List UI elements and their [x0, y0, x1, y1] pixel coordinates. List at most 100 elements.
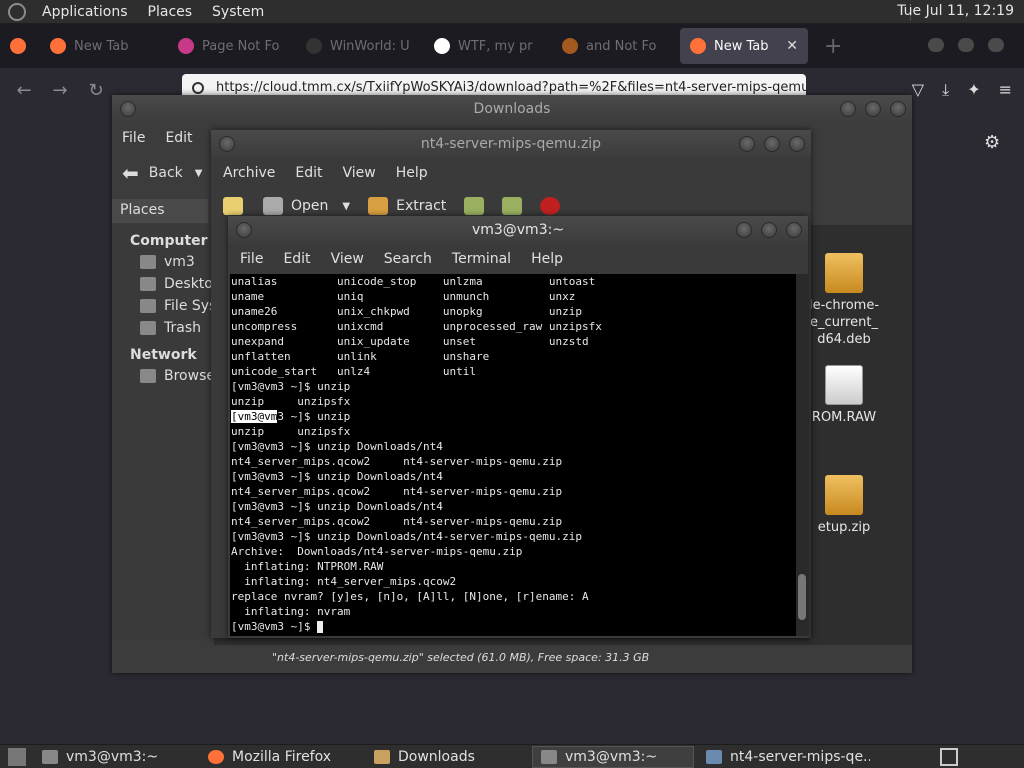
firefox-icon — [10, 38, 26, 54]
menu-file[interactable]: File — [112, 130, 155, 146]
open-button[interactable]: Open — [291, 198, 328, 214]
tabs-container: New Tab Page Not Fo WinWorld: U WTF, my pr a… — [40, 28, 808, 64]
taskbar-label: Mozilla Firefox — [232, 748, 332, 765]
sidebar-item-trash[interactable]: Trash — [112, 317, 212, 339]
menu-edit[interactable]: Edit — [285, 165, 332, 181]
tab-close-icon[interactable]: ✕ — [786, 38, 798, 54]
menu-system[interactable]: System — [202, 4, 274, 20]
close-icon[interactable] — [789, 136, 805, 152]
terminal-line: uname26 unix_chkpwd unopkg unzip — [231, 305, 582, 318]
close-icon[interactable] — [988, 38, 1004, 52]
stop-icon[interactable] — [540, 197, 561, 215]
window-menu-icon[interactable] — [219, 136, 235, 152]
minimize-icon[interactable] — [928, 38, 944, 52]
close-icon[interactable] — [786, 222, 802, 238]
sidebar-item-label: File Syst — [164, 298, 212, 314]
back-button[interactable]: Back — [149, 165, 183, 181]
terminal-titlebar[interactable]: vm3@vm3:~ — [228, 216, 808, 244]
browser-tab[interactable]: New Tab ✕ — [680, 28, 808, 64]
reload-icon[interactable]: ↻ — [78, 80, 114, 101]
new-archive-icon[interactable] — [223, 197, 243, 215]
downloads-titlebar[interactable]: Downloads — [112, 95, 912, 123]
clock[interactable]: Tue Jul 11, 12:19 — [897, 3, 1014, 19]
terminal-line: unexpand unix_update unset unzstd — [231, 335, 589, 348]
browser-tab[interactable]: New Tab — [40, 28, 168, 64]
maximize-icon[interactable] — [764, 136, 780, 152]
sidebar-item-desktop[interactable]: Desktop — [112, 273, 212, 295]
places-dropdown[interactable]: Places — [112, 199, 208, 223]
menu-terminal[interactable]: Terminal — [442, 251, 521, 267]
maximize-icon[interactable] — [958, 38, 974, 52]
sidebar-item-label: Browse N — [164, 368, 212, 384]
terminal-line: nt4_server_mips.qcow2 nt4-server-mips-qe… — [231, 485, 563, 498]
maximize-icon[interactable] — [865, 101, 881, 117]
terminal-line: replace nvram? [y]es, [n]o, [A]ll, [N]on… — [231, 590, 589, 603]
browser-tab[interactable]: WTF, my pr — [424, 28, 552, 64]
workspace-switcher-icon[interactable] — [940, 748, 958, 766]
text-selection[interactable]: [vm3@vm — [231, 410, 278, 423]
terminal-line: [vm3@vm3 ~]$ unzip Downloads/nt4-server-… — [231, 530, 582, 543]
terminal-prompt: [vm3@vm3 ~]$ — [231, 620, 318, 633]
menu-view[interactable]: View — [321, 251, 374, 267]
close-icon[interactable] — [890, 101, 906, 117]
menu-archive[interactable]: Archive — [213, 165, 285, 181]
terminal-scrollbar[interactable] — [796, 274, 808, 636]
sidebar-item-browse-network[interactable]: Browse N — [112, 365, 212, 387]
archive-titlebar[interactable]: nt4-server-mips-qemu.zip — [211, 130, 811, 158]
browser-tab[interactable]: WinWorld: U — [296, 28, 424, 64]
menu-help[interactable]: Help — [386, 165, 438, 181]
hamburger-menu-icon[interactable]: ≡ — [999, 80, 1012, 100]
maximize-icon[interactable] — [761, 222, 777, 238]
show-desktop-icon[interactable] — [8, 747, 26, 766]
minimize-icon[interactable] — [840, 101, 856, 117]
browser-tab[interactable]: and Not Fo — [552, 28, 680, 64]
open-icon — [263, 197, 283, 215]
taskbar: vm3@vm3:~ Mozilla Firefox Downloads vm3@vm3… — [34, 745, 870, 768]
taskbar-item[interactable]: vm3@vm3:~ — [532, 745, 694, 768]
image-file-icon — [825, 365, 863, 405]
distro-logo-icon[interactable] — [8, 2, 26, 21]
menu-view[interactable]: View — [333, 165, 386, 181]
menu-search[interactable]: Search — [374, 251, 442, 267]
firefox-view-button[interactable] — [0, 28, 40, 64]
places-sidebar: Computer vm3 Desktop File Syst Trash Net… — [112, 225, 212, 639]
browser-tab[interactable]: Page Not Fo — [168, 28, 296, 64]
menu-help[interactable]: Help — [521, 251, 573, 267]
taskbar-item[interactable]: vm3@vm3:~ — [34, 746, 196, 768]
add-folder-icon[interactable] — [502, 197, 523, 215]
drive-icon — [140, 299, 156, 313]
add-files-icon[interactable] — [464, 197, 485, 215]
scrollbar-thumb[interactable] — [798, 574, 806, 620]
terminal-output[interactable]: unalias unicode_stop unlzma untoast uname… — [230, 274, 796, 636]
window-menu-icon[interactable] — [236, 222, 252, 238]
menu-applications[interactable]: Applications — [32, 4, 138, 20]
extract-button[interactable]: Extract — [396, 198, 446, 214]
network-icon — [140, 369, 156, 383]
new-tab-button[interactable]: + — [824, 34, 842, 59]
minimize-icon[interactable] — [736, 222, 752, 238]
taskbar-item[interactable]: nt4-server-mips-qe... — [698, 746, 870, 768]
tab-label: WinWorld: U — [330, 38, 410, 54]
taskbar-item[interactable]: Mozilla Firefox — [200, 746, 362, 768]
pocket-icon[interactable]: ▽ — [912, 80, 924, 100]
sidebar-item-label: vm3 — [164, 254, 195, 270]
menu-edit[interactable]: Edit — [273, 251, 320, 267]
open-dropdown-icon[interactable]: ▼ — [342, 201, 350, 212]
terminal-line: [vm3@vm3 ~]$ unzip Downloads/nt4 — [231, 500, 443, 513]
sidebar-item-label: Trash — [164, 320, 201, 336]
menu-places[interactable]: Places — [138, 4, 203, 20]
forward-arrow-icon[interactable]: → — [42, 80, 78, 101]
minimize-icon[interactable] — [739, 136, 755, 152]
downloads-icon[interactable]: ⤓ — [942, 80, 949, 100]
gear-icon[interactable]: ⚙ — [984, 132, 1000, 153]
menu-file[interactable]: File — [230, 251, 273, 267]
menu-edit[interactable]: Edit — [155, 130, 202, 146]
extensions-icon[interactable]: ✦ — [967, 80, 980, 100]
back-arrow-icon[interactable]: ← — [6, 80, 42, 101]
tab-label: New Tab — [714, 38, 769, 54]
window-menu-icon[interactable] — [120, 101, 136, 117]
sidebar-item-vm3[interactable]: vm3 — [112, 251, 212, 273]
taskbar-item[interactable]: Downloads — [366, 746, 528, 768]
back-dropdown-icon[interactable]: ▼ — [195, 168, 203, 179]
sidebar-item-filesystem[interactable]: File Syst — [112, 295, 212, 317]
